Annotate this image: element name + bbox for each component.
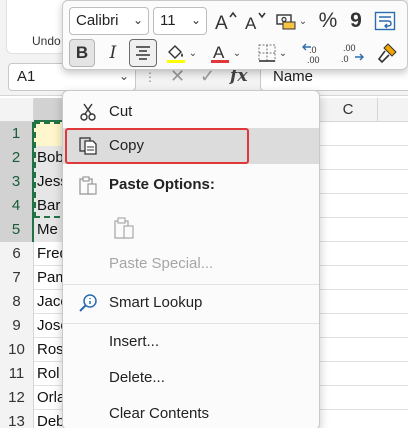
- increase-font-icon[interactable]: A: [213, 7, 239, 35]
- copy-icon: [77, 135, 99, 157]
- undo-label[interactable]: Undo: [32, 34, 61, 48]
- row-header[interactable]: 12: [0, 386, 34, 410]
- menu-item-label: Copy: [109, 137, 145, 154]
- select-all-corner[interactable]: [0, 98, 34, 122]
- name-box-value: A1: [17, 68, 36, 85]
- menu-item-label: Paste Special...: [109, 255, 214, 272]
- menu-item-paste-options: Paste Options:: [63, 167, 319, 203]
- align-center-icon[interactable]: [129, 39, 157, 67]
- row-header[interactable]: 6: [0, 242, 34, 266]
- chevron-down-icon[interactable]: ⌄: [119, 69, 129, 83]
- menu-item-insert[interactable]: Insert...: [63, 324, 319, 360]
- menu-item-clear-contents[interactable]: Clear Contents: [63, 396, 319, 428]
- context-menu: Cut Copy Paste Options: Paste Special...…: [62, 90, 320, 428]
- font-size-value: 11: [160, 12, 176, 29]
- menu-item-label: Paste Options:: [109, 176, 215, 193]
- row-header[interactable]: 5: [0, 218, 34, 242]
- row-header[interactable]: 8: [0, 290, 34, 314]
- bold-button[interactable]: B: [69, 39, 95, 67]
- menu-item-label: Clear Contents: [109, 405, 210, 422]
- row-header[interactable]: 2: [0, 146, 34, 170]
- format-painter-icon[interactable]: [373, 39, 401, 67]
- fill-color-icon[interactable]: ⌄: [163, 39, 199, 67]
- menu-item-delete[interactable]: Delete...: [63, 360, 319, 396]
- paste-option-button[interactable]: [107, 211, 141, 245]
- scissors-icon: [77, 101, 99, 123]
- clipboard-icon: [77, 174, 99, 196]
- row-header[interactable]: 10: [0, 338, 34, 362]
- chevron-down-icon: ⌄: [278, 47, 288, 59]
- decrease-decimal-icon[interactable]: .00.0: [335, 39, 367, 67]
- column-header-c[interactable]: C: [318, 98, 378, 122]
- chevron-down-icon: ⌄: [188, 47, 198, 59]
- svg-text:A: A: [245, 14, 257, 32]
- row-header[interactable]: 1: [0, 122, 34, 146]
- borders-icon[interactable]: ⌄: [251, 39, 293, 67]
- row-header[interactable]: 3: [0, 170, 34, 194]
- row-header[interactable]: 7: [0, 266, 34, 290]
- row-header[interactable]: 11: [0, 362, 34, 386]
- menu-item-smart-lookup[interactable]: Smart Lookup: [63, 285, 319, 321]
- font-name-value: Calibri: [76, 12, 119, 29]
- menu-item-label: Delete...: [109, 369, 165, 386]
- menu-item-label: Insert...: [109, 333, 160, 350]
- increase-decimal-icon[interactable]: .0.00: [299, 39, 331, 67]
- percent-icon[interactable]: %: [315, 7, 341, 35]
- menu-item-paste-special[interactable]: Paste Special...: [63, 246, 319, 282]
- menu-item-label: Cut: [109, 103, 133, 120]
- svg-text:.00: .00: [307, 55, 320, 65]
- svg-text:.0: .0: [341, 54, 349, 64]
- chevron-down-icon: ⌄: [298, 15, 308, 27]
- font-name-select[interactable]: Calibri ⌄: [69, 7, 149, 35]
- font-size-select[interactable]: 11 ⌄: [153, 7, 207, 35]
- more-dots-icon: ⋮: [144, 70, 156, 84]
- italic-button[interactable]: I: [101, 39, 125, 67]
- row-header[interactable]: 9: [0, 314, 34, 338]
- font-color-icon[interactable]: A ⌄: [205, 39, 245, 67]
- number-format-icon[interactable]: ⌄: [273, 7, 309, 35]
- row-header[interactable]: 13: [0, 410, 34, 428]
- chevron-down-icon: ⌄: [190, 13, 201, 27]
- svg-text:.0: .0: [309, 45, 317, 55]
- menu-item-copy[interactable]: Copy: [63, 128, 319, 164]
- svg-text:.00: .00: [343, 43, 356, 53]
- comma-style-icon[interactable]: 9: [345, 7, 367, 35]
- menu-item-label: Smart Lookup: [109, 294, 203, 311]
- mini-toolbar: Calibri ⌄ 11 ⌄ A A ⌄ % 9 B I ⌄ A ⌄ ⌄ .0.…: [62, 0, 408, 70]
- menu-item-cut[interactable]: Cut: [63, 94, 319, 130]
- wrap-text-icon[interactable]: [371, 7, 399, 35]
- smart-lookup-icon: [77, 292, 99, 314]
- decrease-font-icon[interactable]: A: [243, 7, 269, 35]
- chevron-down-icon: ⌄: [232, 47, 242, 59]
- svg-text:A: A: [213, 43, 225, 62]
- chevron-down-icon: ⌄: [132, 13, 143, 27]
- svg-text:A: A: [215, 13, 228, 32]
- row-header[interactable]: 4: [0, 194, 34, 218]
